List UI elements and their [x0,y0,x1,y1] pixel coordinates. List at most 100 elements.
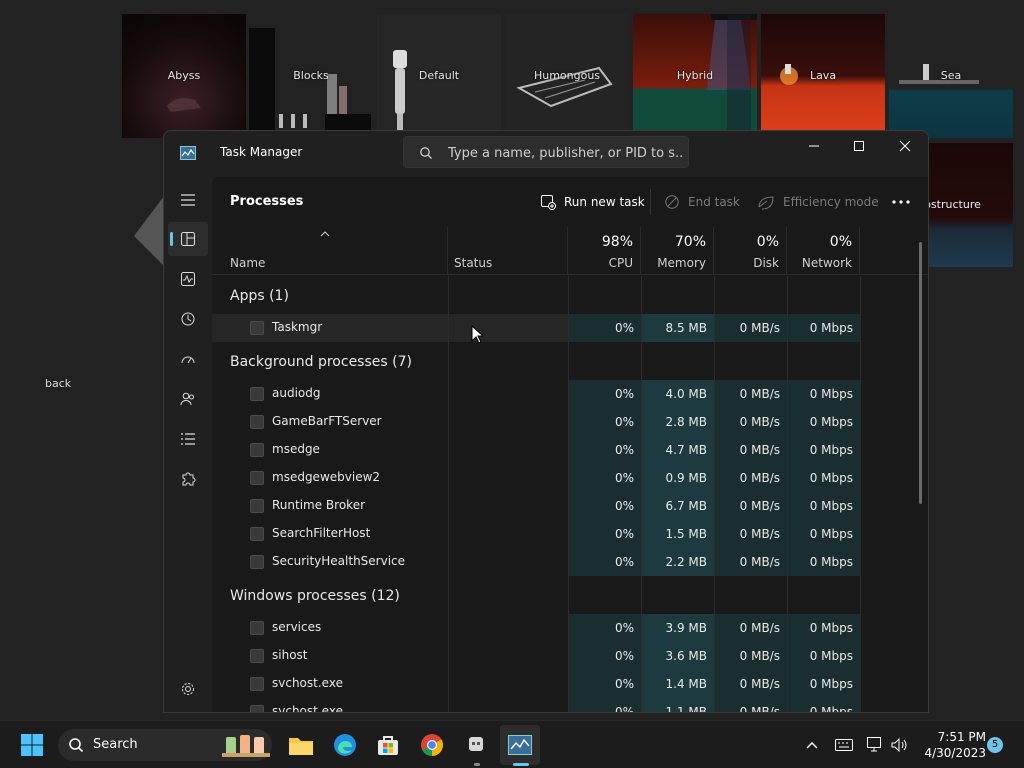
nav-details[interactable] [168,422,208,456]
edge-browser-button[interactable] [325,725,365,765]
chrome-icon [421,734,443,756]
column-separator [714,276,715,712]
process-cpu-value: 0% [568,520,641,548]
map-thumbnail-sea[interactable]: Sea [889,14,1013,138]
process-row[interactable]: sihost 0% 3.6 MB 0 MB/s 0 Mbps [212,642,860,670]
start-button[interactable] [12,725,52,765]
chrome-button[interactable] [412,725,452,765]
more-options-button[interactable] [892,190,918,214]
process-app-icon [250,499,264,513]
chevron-up-icon [806,742,818,749]
nav-app-history[interactable] [168,302,208,336]
close-button[interactable] [882,131,928,161]
nav-users[interactable] [168,382,208,416]
column-header-network[interactable]: 0% Network [787,227,860,275]
run-new-task-label: Run new task [564,195,645,209]
process-row[interactable]: msedgewebview2 0% 0.9 MB 0 MB/s 0 Mbps [212,464,860,492]
process-row[interactable]: svchost.exe 0% 1.4 MB 0 MB/s 0 Mbps [212,670,860,698]
column-separator [568,276,569,712]
process-memory-value: 6.7 MB [641,492,714,520]
process-row[interactable]: audiodg 0% 4.0 MB 0 MB/s 0 Mbps [212,380,860,408]
nav-services[interactable] [168,462,208,496]
sort-up-chevron-icon [320,231,330,237]
hamburger-menu-button[interactable] [168,183,208,217]
nav-settings[interactable] [168,672,208,706]
column-header-name[interactable]: Name [212,227,448,275]
process-row[interactable]: SearchFilterHost 0% 1.5 MB 0 MB/s 0 Mbps [212,520,860,548]
microsoft-store-button[interactable] [368,725,408,765]
process-disk-value: 0 MB/s [714,492,787,520]
map-thumbnail-humongous[interactable]: Humongous [505,14,629,138]
group-header[interactable]: Background processes (7) [230,354,412,370]
process-row[interactable]: Runtime Broker 0% 6.7 MB 0 MB/s 0 Mbps [212,492,860,520]
network-total-percent: 0% [829,234,852,250]
file-explorer-button[interactable] [281,725,321,765]
column-header-memory[interactable]: 70% Memory [641,227,714,275]
vertical-scrollbar[interactable] [919,242,922,504]
column-name-label: Name [230,256,266,270]
process-cpu-value: 0% [568,492,641,520]
process-row[interactable]: svchost.exe 0% 1.1 MB 0 MB/s 0 Mbps [212,698,860,712]
nav-performance[interactable] [168,262,208,296]
group-header[interactable]: Windows processes (12) [230,588,400,604]
keyboard-icon [835,739,853,751]
process-app-icon [250,705,264,712]
column-header-status[interactable]: Status [448,227,568,275]
taskbar-search[interactable]: Search [58,729,272,761]
maximize-icon [854,141,864,151]
search-input[interactable] [448,143,684,163]
search-box[interactable] [403,136,689,168]
process-name: Taskmgr [272,320,323,334]
keyboard-input-button[interactable] [830,725,858,765]
process-row[interactable]: msedge 0% 4.7 MB 0 MB/s 0 Mbps [212,436,860,464]
group-header[interactable]: Apps (1) [230,288,289,304]
process-network-value: 0 Mbps [787,520,860,548]
column-separator [448,276,449,712]
game-app-button[interactable] [456,725,496,765]
run-new-task-button[interactable]: Run new task [540,190,645,214]
process-app-icon [250,471,264,485]
map-thumbnail-default[interactable]: Default [377,14,501,138]
task-manager-window: Task Manager Processes Run new task [163,130,929,713]
column-header-cpu[interactable]: 98% CPU [568,227,641,275]
performance-icon [181,272,195,286]
process-row[interactable]: Taskmgr 0% 8.5 MB 0 MB/s 0 Mbps [212,314,860,342]
back-label[interactable]: back [45,377,71,390]
process-list: Apps (1) Taskmgr 0% 8.5 MB 0 MB/s 0 Mbps Backg… [212,276,928,712]
process-row[interactable]: GameBarFTServer 0% 2.8 MB 0 MB/s 0 Mbps [212,408,860,436]
toolbar-divider [650,189,651,215]
process-network-value: 0 Mbps [787,380,860,408]
speaker-icon [891,737,907,753]
process-app-icon [250,387,264,401]
process-app-icon [250,527,264,541]
column-header-disk[interactable]: 0% Disk [714,227,787,275]
process-cpu-value: 0% [568,408,641,436]
efficiency-mode-button[interactable]: Efficiency mode [757,190,879,214]
hamburger-icon [181,194,195,206]
thumbnail-label: Default [418,69,460,82]
side-navigation [164,177,212,712]
notification-badge[interactable]: 5 [987,737,1003,753]
map-thumbnail-abyss[interactable]: Abyss [122,14,246,138]
map-thumbnail-blocks[interactable]: Blocks [249,14,373,138]
process-memory-value: 2.8 MB [641,408,714,436]
network-monitor-icon [867,737,881,752]
volume-button[interactable] [886,725,914,765]
process-disk-value: 0 MB/s [714,464,787,492]
window-title: Task Manager [220,145,303,159]
process-disk-value: 0 MB/s [714,670,787,698]
process-row[interactable]: services 0% 3.9 MB 0 MB/s 0 Mbps [212,614,860,642]
nav-startup-apps[interactable] [168,342,208,376]
map-thumbnail-lava[interactable]: Lava [761,14,885,138]
process-row[interactable]: SecurityHealthService 0% 2.2 MB 0 MB/s 0 Mbp… [212,548,860,576]
clock[interactable]: 7:51 PM 4/30/2023 [918,729,986,761]
maximize-button[interactable] [836,131,882,161]
end-task-button[interactable]: End task [664,190,740,214]
process-disk-value: 0 MB/s [714,380,787,408]
map-thumbnail-hybrid[interactable]: Hybrid [633,14,757,138]
show-hidden-icons-button[interactable] [798,725,826,765]
minimize-button[interactable] [791,131,837,161]
process-memory-value: 2.2 MB [641,548,714,576]
nav-processes[interactable] [168,222,208,256]
task-manager-taskbar-button[interactable] [500,725,540,765]
